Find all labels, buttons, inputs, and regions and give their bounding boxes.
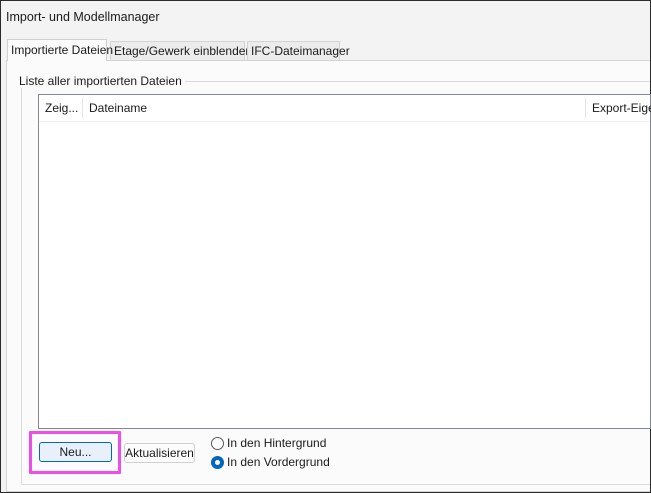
- tab-ifc-dateimanager[interactable]: IFC-Dateimanager: [247, 41, 350, 60]
- list-header: Zeig... Dateiname Export-Eigen: [39, 95, 651, 122]
- radio-selected-icon[interactable]: [211, 456, 224, 469]
- title-bar[interactable]: Import- und Modellmanager: [1, 1, 650, 33]
- window-title: Import- und Modellmanager: [6, 10, 160, 24]
- radio-label-vordergrund: In den Vordergrund: [227, 455, 330, 469]
- column-header-zeig[interactable]: Zeig...: [39, 95, 82, 121]
- file-list-group-label: Liste aller importierten Dateien: [16, 74, 185, 88]
- radio-unselected-icon[interactable]: [211, 437, 224, 450]
- column-header-dateiname[interactable]: Dateiname: [83, 95, 583, 121]
- new-button-highlight: [29, 431, 121, 474]
- column-header-export-eigenschaften[interactable]: Export-Eigen: [586, 95, 651, 121]
- tab-strip: Importierte Dateien Etage/Gewerk einblen…: [7, 39, 650, 61]
- tab-etage-gewerk-einblenden[interactable]: Etage/Gewerk einblenden: [110, 41, 252, 60]
- imported-files-list[interactable]: Zeig... Dateiname Export-Eigen: [38, 94, 651, 429]
- radio-label-hintergrund: In den Hintergrund: [227, 436, 327, 450]
- refresh-button[interactable]: Aktualisieren: [124, 443, 195, 463]
- tab-importierte-dateien[interactable]: Importierte Dateien: [7, 39, 113, 61]
